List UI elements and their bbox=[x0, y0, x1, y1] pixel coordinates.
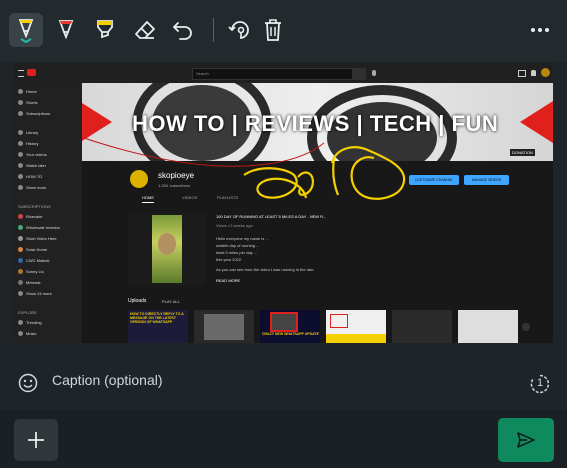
marker-icon bbox=[58, 20, 74, 40]
caption-input[interactable]: Caption (optional) bbox=[52, 372, 163, 388]
marker-red-button[interactable] bbox=[49, 13, 83, 47]
eraser-icon bbox=[135, 21, 155, 39]
plus-icon bbox=[28, 432, 44, 448]
pen-tool-button[interactable] bbox=[9, 13, 43, 47]
red-annotation-stroke bbox=[83, 137, 325, 167]
undo-button[interactable] bbox=[166, 13, 200, 47]
highlighter-yellow-button[interactable] bbox=[88, 13, 122, 47]
more-options-button[interactable] bbox=[523, 13, 557, 47]
undo-icon bbox=[173, 22, 192, 40]
yellow-loop bbox=[330, 146, 406, 200]
send-icon bbox=[517, 432, 535, 448]
trash-icon bbox=[265, 19, 281, 41]
highlighter-icon bbox=[97, 20, 113, 39]
emoji-icon bbox=[18, 373, 38, 393]
rotate-icon bbox=[228, 21, 249, 39]
editor-toolbar bbox=[0, 0, 567, 62]
yellow-scribble bbox=[243, 167, 314, 199]
toolbar-separator bbox=[213, 18, 214, 42]
eraser-button[interactable] bbox=[128, 13, 162, 47]
emoji-button[interactable] bbox=[18, 373, 38, 393]
send-button[interactable] bbox=[498, 418, 554, 462]
view-once-button[interactable]: 1 bbox=[530, 374, 550, 394]
delete-button[interactable] bbox=[256, 13, 290, 47]
more-icon bbox=[531, 28, 549, 32]
image-preview[interactable]: Search Home Shorts Subscriptions Library… bbox=[14, 63, 553, 343]
view-once-label: 1 bbox=[537, 377, 544, 389]
add-media-button[interactable] bbox=[14, 419, 58, 461]
bottom-bar bbox=[0, 410, 567, 468]
annotation-layer bbox=[83, 137, 406, 200]
rotate-button[interactable] bbox=[223, 13, 257, 47]
pen-icon bbox=[18, 19, 34, 43]
